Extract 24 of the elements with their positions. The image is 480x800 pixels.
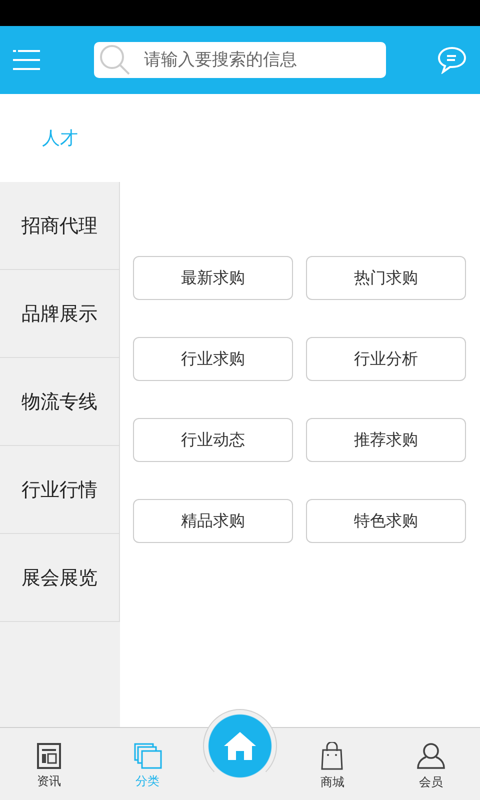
sidebar-item[interactable]: 品牌展示 — [0, 270, 120, 358]
subcategory-button[interactable]: 行业动态 — [133, 418, 293, 462]
subcategory-button[interactable]: 推荐求购 — [306, 418, 466, 462]
sidebar-item[interactable]: 招商代理 — [0, 182, 120, 270]
newspaper-icon — [37, 743, 62, 769]
sidebar-item[interactable]: 展会展览 — [0, 534, 120, 622]
subcategory-button[interactable]: 热门求购 — [306, 256, 466, 300]
sidebar-item[interactable]: 行业行情 — [0, 446, 120, 534]
person-icon — [416, 742, 445, 770]
sidebar-item[interactable]: 物流专线 — [0, 358, 120, 446]
search-field[interactable]: 请输入要搜索的信息 — [94, 42, 386, 78]
subcategory-button[interactable]: 特色求购 — [306, 499, 466, 543]
subcategory-button[interactable]: 行业求购 — [133, 337, 293, 381]
chat-icon[interactable] — [437, 46, 467, 74]
subcategory-button[interactable]: 行业分析 — [306, 337, 466, 381]
menu-icon[interactable] — [13, 49, 41, 71]
nav-tab[interactable]: 会员 — [382, 728, 480, 800]
house-icon — [223, 731, 258, 761]
subcategory-button[interactable]: 最新求购 — [133, 256, 293, 300]
shopping-bag-icon — [320, 742, 344, 770]
subcategory-button[interactable]: 精品求购 — [133, 499, 293, 543]
stacked-cards-icon — [134, 743, 162, 769]
nav-tab[interactable]: 资讯 — [0, 728, 98, 800]
nav-tab[interactable]: 商城 — [283, 728, 382, 800]
